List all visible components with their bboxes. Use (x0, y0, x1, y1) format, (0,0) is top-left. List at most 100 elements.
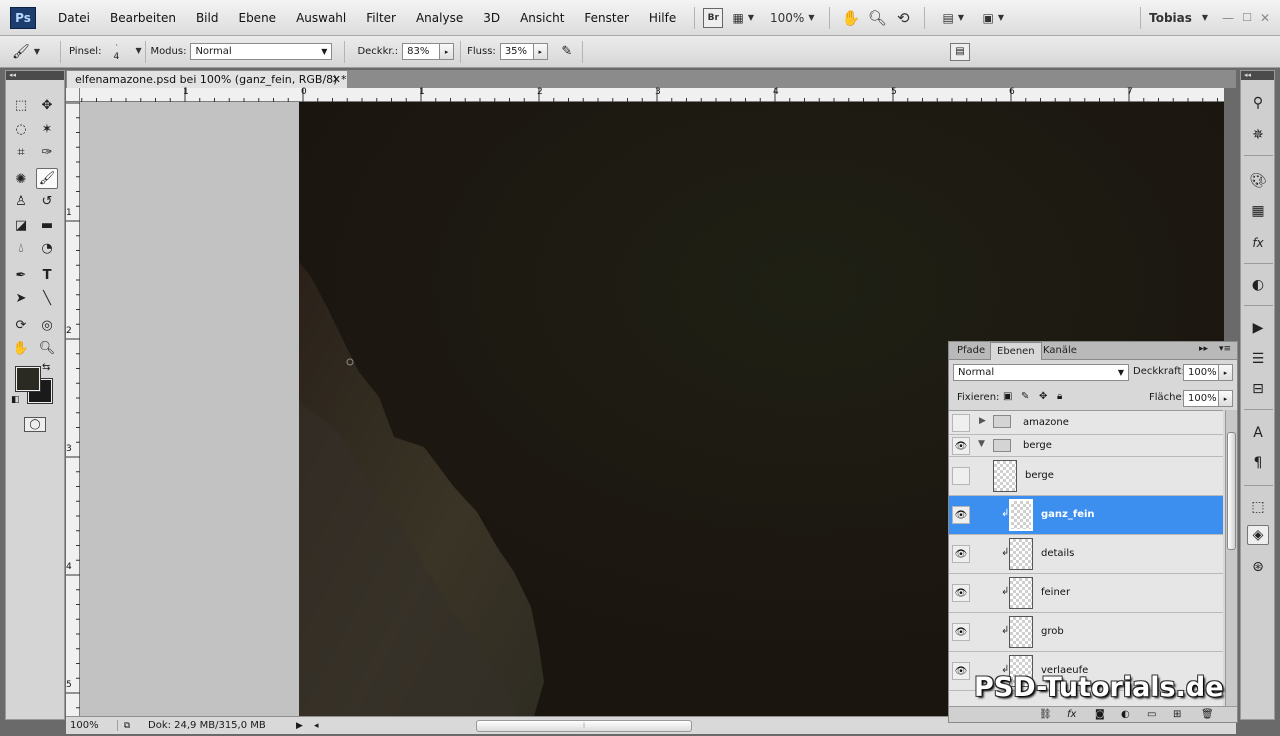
trash-icon[interactable]: 🗑︎ (1201, 709, 1214, 720)
lasso-icon[interactable]: ◌ (10, 119, 32, 140)
status-menu-icon[interactable]: ▶ (296, 721, 310, 731)
move-icon[interactable]: ✥ (36, 95, 58, 116)
color-icon[interactable]: 🎨︎ (1247, 171, 1269, 191)
3d-rotate-icon[interactable]: ⟳ (10, 315, 32, 336)
new-layer-icon[interactable]: ⊞ (1173, 709, 1181, 720)
menu-datei[interactable]: Datei (48, 11, 100, 25)
hand-icon[interactable]: ✋ (838, 8, 864, 28)
blur-icon[interactable]: 💧︎ (10, 238, 32, 259)
layer-style-icon[interactable]: fx (1067, 709, 1076, 720)
layer-berge[interactable]: berge (949, 457, 1223, 496)
blend-mode-dropdown[interactable]: Normal ▼ (953, 364, 1129, 381)
info-icon[interactable]: ✵ (1247, 125, 1269, 145)
visibility-toggle[interactable]: 👁︎ (952, 662, 970, 680)
swap-colors-icon[interactable]: ⇆ (42, 362, 50, 373)
visibility-toggle[interactable] (952, 467, 970, 485)
tab-kanaele[interactable]: Kanäle (1037, 342, 1083, 360)
tab-pfade[interactable]: Pfade (951, 342, 991, 360)
menu-hilfe[interactable]: Hilfe (639, 11, 686, 25)
opacity-slider-button[interactable]: ▸ (440, 43, 455, 60)
horizontal-scrollbar-thumb[interactable]: ⦙ (476, 719, 692, 732)
lock-position-icon[interactable]: ✥ (1039, 391, 1047, 402)
zoom-icon[interactable]: 🔍︎ (864, 8, 890, 28)
fill-slider-button[interactable]: ▸ (1219, 390, 1233, 407)
new-group-icon[interactable]: ▭ (1147, 709, 1156, 720)
lock-all-icon[interactable]: 🔒︎ (1057, 391, 1062, 402)
toolbox-collapse-icon[interactable]: ◂◂ (6, 71, 64, 80)
layer-ganz-fein[interactable]: 👁︎ ↲ ganz_fein (949, 496, 1223, 535)
menu-bild[interactable]: Bild (186, 11, 229, 25)
tab-ebenen[interactable]: Ebenen (990, 342, 1042, 360)
tool-preset-picker[interactable]: 🖌︎ ▼ (8, 40, 44, 64)
brush-panel-icon[interactable]: ▤ (950, 42, 970, 61)
visibility-toggle[interactable]: 👁︎ (952, 623, 970, 641)
chevron-right-icon[interactable]: ▶ (979, 416, 986, 426)
gradient-icon[interactable]: ▬ (36, 215, 58, 236)
layer-details[interactable]: 👁︎ ↲ details (949, 535, 1223, 574)
menu-fenster[interactable]: Fenster (574, 11, 639, 25)
visibility-toggle[interactable]: 👁︎ (952, 545, 970, 563)
animation-icon[interactable]: ⊟ (1247, 379, 1269, 399)
document-tab[interactable]: elfenamazone.psd bei 100% (ganz_fein, RG… (66, 70, 348, 88)
flow-slider-button[interactable]: ▸ (533, 43, 548, 60)
layers-icon[interactable]: ◈ (1247, 525, 1269, 545)
panel-menu-icon[interactable]: ▾≡ (1219, 344, 1231, 354)
opacity-field[interactable]: 83% (402, 43, 441, 60)
brush-picker[interactable]: · 4 ▼ (105, 39, 141, 65)
dock-expand-icon[interactable]: ◂◂ (1241, 71, 1274, 80)
channels-icon[interactable]: ⊛ (1247, 557, 1269, 577)
history-icon[interactable]: ☰ (1247, 349, 1269, 369)
layer-group-amazone[interactable]: ▶ amazone (949, 411, 1223, 435)
healing-brush-icon[interactable]: ✺ (10, 169, 32, 190)
line-icon[interactable]: ╲ (36, 288, 58, 309)
rotate-view-icon[interactable]: ⟲ (890, 8, 916, 28)
menu-filter[interactable]: Filter (356, 11, 406, 25)
clone-stamp-icon[interactable]: ♙ (10, 191, 32, 212)
fill-field[interactable]: 100% (1183, 390, 1219, 407)
3d-orbit-icon[interactable]: ◎ (36, 315, 58, 336)
bridge-button[interactable]: Br (703, 7, 724, 28)
visibility-toggle[interactable] (952, 414, 970, 432)
default-colors-icon[interactable]: ◧ (11, 395, 20, 405)
menu-bearbeiten[interactable]: Bearbeiten (100, 11, 186, 25)
chevron-down-icon[interactable]: ▼ (1202, 13, 1208, 22)
close-icon[interactable]: ✕ (1260, 11, 1270, 25)
minimize-icon[interactable]: — (1222, 11, 1234, 25)
paragraph-icon[interactable]: ¶ (1247, 453, 1269, 473)
navigator-icon[interactable]: ⚲ (1247, 93, 1269, 113)
eraser-icon[interactable]: ◪ (10, 215, 32, 236)
dodge-icon[interactable]: ◔ (36, 238, 58, 259)
type-icon[interactable]: T (36, 265, 58, 286)
history-brush-icon[interactable]: ↺ (36, 191, 58, 212)
zoom-level-dropdown[interactable]: 100% ▼ (763, 8, 821, 28)
adjustment-layer-icon[interactable]: ◐ (1121, 709, 1130, 720)
adjustments-icon[interactable]: ◐ (1247, 275, 1269, 295)
airbrush-icon[interactable]: ✎ (556, 42, 578, 62)
brush-tool-icon[interactable]: 🖌︎ (36, 168, 58, 189)
scrollbar-thumb[interactable] (1227, 432, 1236, 550)
eyedropper-icon[interactable]: ✑ (36, 142, 58, 163)
menu-analyse[interactable]: Analyse (406, 11, 473, 25)
close-icon[interactable]: ✕ (332, 71, 341, 88)
chevron-down-icon[interactable]: ▼ (978, 439, 985, 449)
view-extras-button[interactable]: ▦ ▼ (723, 8, 763, 28)
arrange-documents-button[interactable]: ▤ ▼ (933, 8, 973, 28)
flow-field[interactable]: 35% (499, 43, 534, 60)
zoom-tool-icon[interactable]: 🔍︎ (36, 338, 58, 359)
path-selection-icon[interactable]: ➤ (10, 288, 32, 309)
crop-icon[interactable]: ⌗ (10, 142, 32, 163)
visibility-toggle[interactable]: 👁︎ (952, 437, 970, 455)
styles-icon[interactable]: fx (1247, 233, 1269, 253)
masks-icon[interactable]: ⬚ (1247, 497, 1269, 517)
foreground-color-swatch[interactable] (15, 366, 41, 392)
ruler-origin[interactable] (66, 88, 80, 102)
visibility-toggle[interactable]: 👁︎ (952, 584, 970, 602)
magic-wand-icon[interactable]: ✶ (36, 119, 58, 140)
hand-tool-icon[interactable]: ✋ (10, 338, 32, 359)
actions-icon[interactable]: ▶ (1247, 318, 1269, 338)
quick-mask-icon[interactable]: ◯ (24, 417, 46, 432)
menu-auswahl[interactable]: Auswahl (286, 11, 356, 25)
opacity-slider-button[interactable]: ▸ (1219, 364, 1233, 381)
marquee-icon[interactable]: ⬚ (10, 95, 32, 116)
scroll-left-icon[interactable]: ◂ (314, 721, 328, 731)
